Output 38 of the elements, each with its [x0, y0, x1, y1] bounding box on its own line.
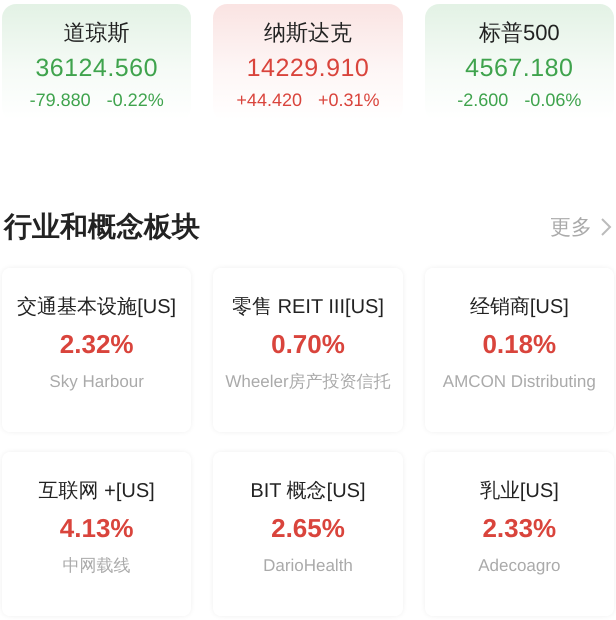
index-value: 4567.180	[465, 53, 574, 84]
sector-name: 互联网 +[US]	[38, 479, 155, 504]
sector-card[interactable]: 互联网 +[US] 4.13% 中网载线	[2, 452, 192, 616]
sector-name: BIT 概念[US]	[250, 479, 366, 504]
sector-card[interactable]: BIT 概念[US] 2.65% DarioHealth	[213, 452, 403, 616]
sector-card[interactable]: 经销商[US] 0.18% AMCON Distributing	[424, 268, 614, 432]
index-change: -79.880	[30, 89, 91, 112]
sector-percent: 2.65%	[271, 512, 345, 544]
sector-name: 乳业[US]	[480, 479, 559, 504]
sector-card[interactable]: 零售 REIT III[US] 0.70% Wheeler房产投资信托	[213, 268, 403, 432]
index-value: 14229.910	[246, 53, 370, 84]
index-value: 36124.560	[35, 53, 158, 84]
chevron-right-icon	[600, 217, 612, 237]
index-name: 纳斯达克	[264, 20, 352, 46]
sector-percent: 4.13%	[60, 512, 134, 544]
leading-stock: DarioHealth	[263, 555, 353, 577]
leading-stock: Wheeler房产投资信托	[225, 371, 391, 393]
sector-percent: 2.32%	[60, 328, 134, 360]
sector-card[interactable]: 乳业[US] 2.33% Adecoagro	[424, 452, 614, 616]
sector-name: 零售 REIT III[US]	[232, 295, 384, 320]
index-name: 标普500	[478, 20, 560, 46]
sector-percent: 0.70%	[271, 328, 345, 360]
index-name: 道琼斯	[64, 20, 130, 46]
index-percent: -0.22%	[106, 89, 164, 112]
index-percent: +0.31%	[318, 89, 380, 112]
index-percent: -0.06%	[524, 89, 582, 112]
sector-percent: 0.18%	[482, 328, 556, 360]
index-change: +44.420	[236, 89, 302, 112]
section-title: 行业和概念板块	[4, 210, 200, 244]
sector-card[interactable]: 交通基本设施[US] 2.32% Sky Harbour	[2, 268, 192, 432]
index-change: -2.600	[457, 89, 508, 112]
sector-name: 交通基本设施[US]	[17, 295, 176, 320]
sector-name: 经销商[US]	[470, 295, 569, 320]
leading-stock: AMCON Distributing	[442, 371, 596, 393]
sector-percent: 2.33%	[482, 512, 556, 544]
leading-stock: Sky Harbour	[49, 371, 144, 393]
leading-stock: 中网载线	[62, 555, 131, 577]
leading-stock: Adecoagro	[478, 555, 560, 577]
